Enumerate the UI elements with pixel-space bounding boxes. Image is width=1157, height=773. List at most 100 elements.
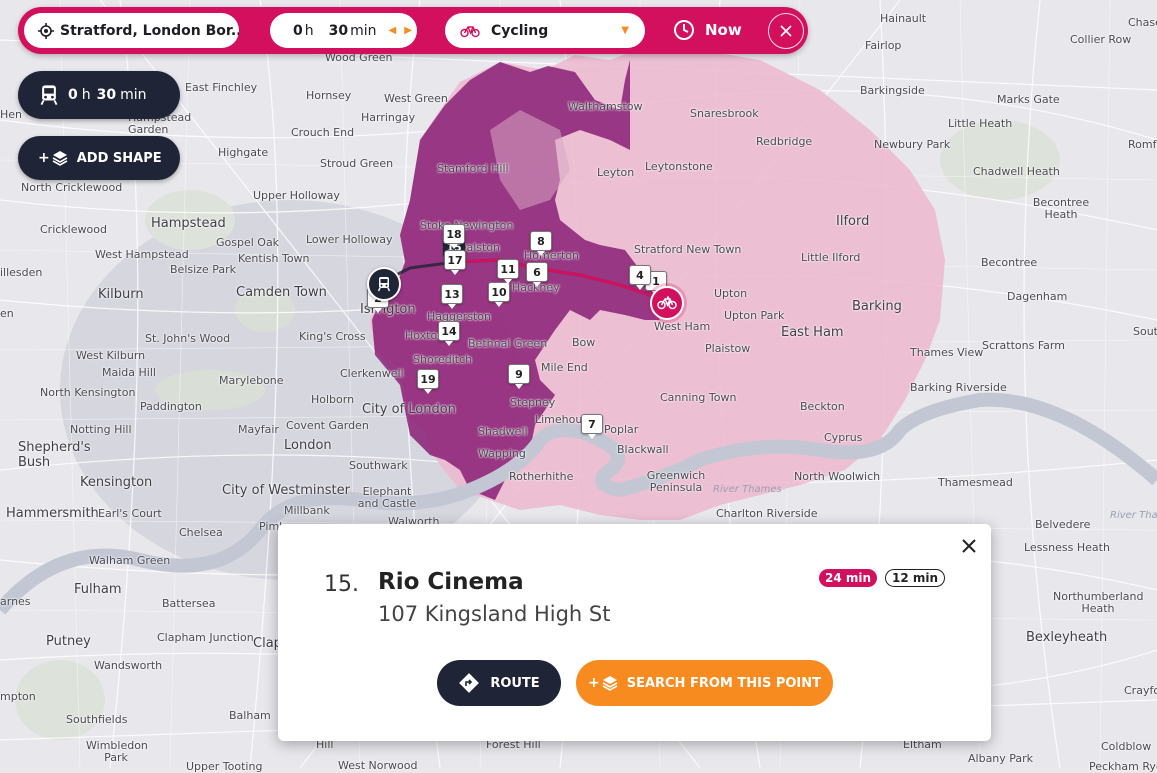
clock-icon [673, 19, 695, 41]
place-label: Putney [46, 634, 91, 649]
place-label: Fairlop [865, 39, 902, 52]
transit-search-chip[interactable]: 0 h 30 min [18, 71, 180, 119]
map-marker[interactable]: 19 [417, 369, 439, 394]
place-label: St. John's Wood [145, 332, 231, 345]
place-label: Northumberland Heath [1053, 590, 1144, 615]
add-shape-label: ADD SHAPE [76, 150, 162, 166]
increment-arrow-icon[interactable]: ▶ [404, 25, 412, 36]
place-label: Becontree [981, 256, 1038, 269]
minutes-value: 30 [328, 22, 349, 39]
place-label: Hen [0, 108, 23, 121]
place-label: Dagenham [1007, 290, 1068, 303]
place-label: Bow [572, 336, 596, 349]
map-marker[interactable]: 7 [581, 414, 603, 439]
place-label: West Norwood [338, 759, 418, 772]
add-layers-icon: + [38, 149, 69, 167]
place-label: Lessness Heath [1024, 541, 1110, 554]
place-label: Shoreditch [413, 353, 473, 366]
place-label: City of London [362, 402, 456, 417]
place-label: Lower Holloway [306, 233, 393, 246]
place-label: Clapham Junction [157, 631, 254, 644]
place-label: North Woolwich [794, 470, 881, 483]
directions-icon [458, 672, 480, 694]
map-marker[interactable]: 9 [508, 364, 530, 389]
place-label: Ilford [836, 214, 870, 229]
close-icon [962, 539, 976, 553]
place-label: Wandsworth [94, 659, 163, 672]
place-label: Beckton [800, 400, 845, 413]
place-label: Plaistow [705, 342, 751, 355]
place-label: Bethnal Green [468, 337, 548, 350]
place-label: Belsize Park [170, 263, 236, 276]
place-label: Sout [1133, 325, 1157, 338]
map-marker[interactable]: 4 [629, 265, 651, 290]
transit-hours: 0 [68, 87, 78, 103]
place-label: Becontree Heath [1032, 196, 1090, 221]
place-label: Hampstead [151, 216, 226, 231]
place-label: Barking [852, 299, 902, 314]
place-label: Mayfair [238, 423, 279, 436]
place-label: Chadwell Heath [973, 165, 1060, 178]
add-shape-button[interactable]: + ADD SHAPE [18, 136, 180, 180]
clear-search-button[interactable] [768, 13, 804, 49]
place-label: East Ham [781, 325, 844, 340]
map-marker[interactable]: 13 [441, 284, 463, 309]
train-origin-icon[interactable] [367, 267, 401, 301]
transport-mode-select[interactable]: Cycling ▼ [445, 13, 645, 48]
map-marker[interactable]: 10 [488, 282, 510, 307]
transit-minutes: 30 [96, 87, 117, 103]
place-label: arnes [0, 595, 31, 608]
place-label: Scrattons Farm [982, 339, 1065, 352]
search-from-point-button[interactable]: + SEARCH FROM THIS POINT [576, 660, 833, 706]
map-marker[interactable]: 11 [497, 259, 519, 284]
place-label: Stepney [510, 396, 556, 409]
place-label: North Cricklewood [21, 181, 123, 194]
place-label: Shadwell [478, 425, 528, 438]
map-marker[interactable]: 14 [438, 321, 460, 346]
route-button[interactable]: ROUTE [437, 660, 561, 706]
place-label: Leyton [597, 166, 635, 179]
location-value: Stratford, London Bor... [60, 22, 239, 39]
place-label: Southwark [349, 459, 408, 472]
hours-unit: h [304, 22, 314, 39]
departure-time-button[interactable]: Now [673, 19, 742, 41]
place-label: Rotherhithe [509, 470, 574, 483]
search-from-point-label: SEARCH FROM THIS POINT [626, 675, 822, 691]
place-label: Blackwall [617, 443, 669, 456]
place-label: Cyprus [824, 431, 863, 444]
place-label: Chelsea [179, 526, 223, 539]
place-label: Holborn [311, 393, 355, 406]
map-marker[interactable]: 6 [526, 262, 548, 287]
place-label: Walham Green [89, 554, 171, 567]
place-label: Thames View [910, 346, 984, 359]
place-label: East Finchley [185, 81, 258, 94]
place-label: King's Cross [299, 330, 366, 343]
map-marker[interactable]: 17 [444, 250, 466, 275]
location-detail-popup: 15. Rio Cinema 107 Kingsland High St 24 … [278, 524, 991, 741]
place-label: Stratford New Town [634, 243, 742, 256]
map-marker[interactable]: 8 [530, 231, 552, 256]
place-label: Marylebone [219, 374, 284, 387]
departure-time-label: Now [705, 21, 742, 39]
place-label: Upton Park [724, 309, 785, 322]
map-marker[interactable]: 18 [443, 224, 465, 249]
train-icon [38, 84, 60, 106]
place-label: Bexleyheath [1026, 630, 1108, 645]
place-label: Snaresbrook [690, 107, 759, 120]
place-label: Clerkenwell [340, 367, 404, 380]
bicycle-origin-icon[interactable] [647, 283, 687, 323]
dropdown-caret-icon: ▼ [621, 25, 629, 36]
place-label: North Kensington [40, 386, 136, 399]
location-input[interactable]: Stratford, London Bor... [24, 13, 239, 48]
place-label: West Kilburn [76, 349, 146, 362]
place-label: Barkingside [860, 84, 925, 97]
place-label: Albany Park [968, 752, 1034, 765]
place-label: Balham [229, 709, 271, 722]
decrement-arrow-icon[interactable]: ◀ [389, 25, 397, 36]
cycling-time-badge: 24 min [819, 569, 877, 587]
location-target-icon [38, 22, 54, 39]
travel-time-stepper[interactable]: 0 h 30 min ◀ ▶ [270, 13, 417, 48]
place-label: Stroud Green [320, 157, 394, 170]
popup-close-button[interactable] [959, 536, 979, 556]
place-label: Leytonstone [645, 160, 713, 173]
